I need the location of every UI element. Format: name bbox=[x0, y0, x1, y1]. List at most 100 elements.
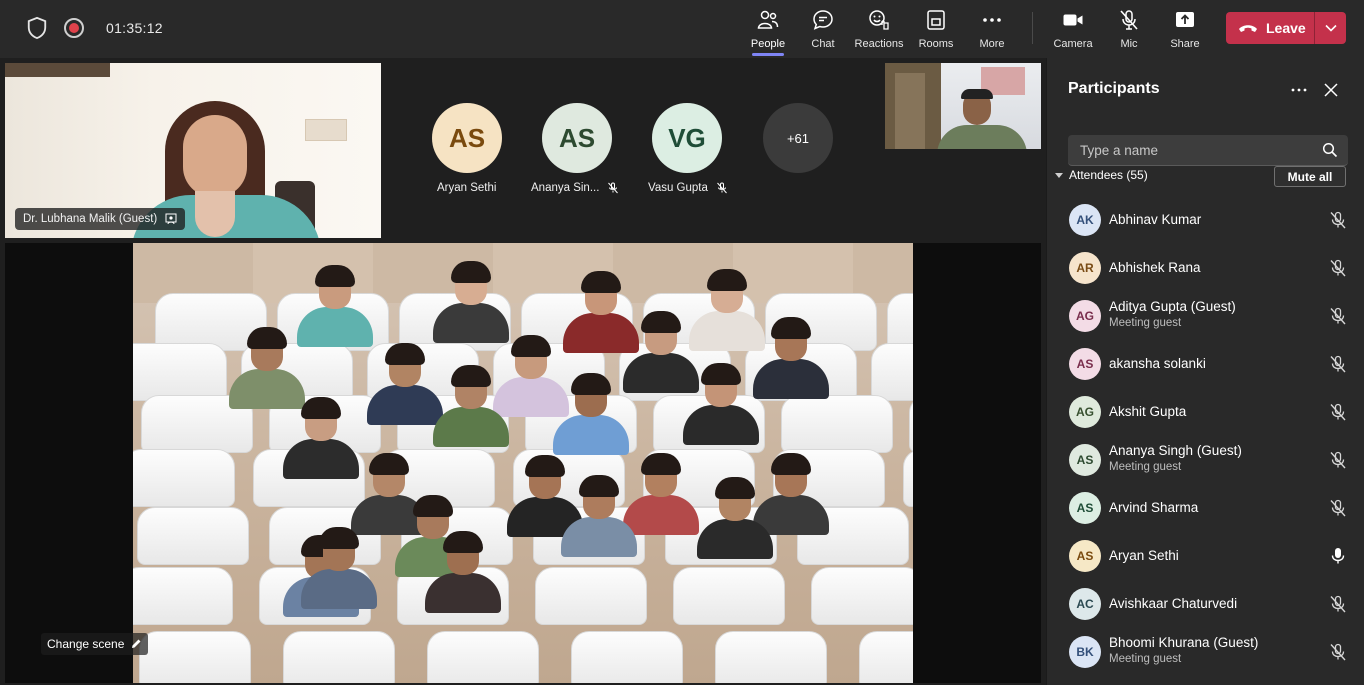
participant-row[interactable]: AC Avishkaar Chaturvedi bbox=[1047, 580, 1364, 628]
avatar-initials: BK bbox=[1076, 645, 1094, 659]
chat-icon bbox=[813, 10, 833, 30]
caret-down-icon bbox=[1055, 172, 1063, 178]
close-icon[interactable] bbox=[1321, 80, 1341, 100]
participant-row[interactable]: AR Abhishek Rana bbox=[1047, 244, 1364, 292]
search-input[interactable] bbox=[1068, 135, 1308, 165]
people-button[interactable]: People bbox=[738, 6, 798, 54]
participant-name: Abhinav Kumar bbox=[1109, 212, 1202, 227]
shield-icon[interactable] bbox=[26, 16, 48, 40]
participant-row[interactable]: AS akansha solanki bbox=[1047, 340, 1364, 388]
auditorium-seat bbox=[903, 449, 913, 507]
attendee-video-cutout bbox=[683, 363, 759, 445]
meeting-timer: 01:35:12 bbox=[106, 20, 163, 36]
mic-off-icon bbox=[1120, 10, 1138, 30]
camera-label: Camera bbox=[1053, 38, 1093, 50]
leave-options-button[interactable] bbox=[1315, 24, 1346, 32]
mic-off-icon bbox=[608, 182, 619, 194]
auditorium-seat bbox=[871, 343, 913, 401]
avatar-initials: AG bbox=[1076, 405, 1094, 419]
attendee-video-cutout bbox=[753, 317, 829, 399]
meeting-status: 01:35:12 bbox=[26, 16, 163, 40]
overflow-participants-button[interactable]: +61 bbox=[763, 103, 833, 173]
participant-role: Meeting guest bbox=[1109, 461, 1182, 473]
mic-off-icon[interactable] bbox=[1329, 451, 1347, 469]
avatar-name-2: Ananya Sin... bbox=[531, 182, 619, 194]
mic-off-icon[interactable] bbox=[1329, 307, 1347, 325]
more-options-icon bbox=[983, 18, 1001, 22]
auditorium-seat bbox=[715, 631, 827, 683]
avatar-initials: AS bbox=[1076, 549, 1094, 563]
participant-name: Arvind Sharma bbox=[1109, 500, 1199, 515]
auditorium-seat bbox=[909, 395, 913, 453]
more-options-icon[interactable] bbox=[1289, 80, 1309, 100]
reactions-button[interactable]: Reactions bbox=[849, 6, 909, 54]
chat-button[interactable]: Chat bbox=[793, 6, 853, 54]
participant-role: Meeting guest bbox=[1109, 317, 1182, 329]
rooms-button[interactable]: Rooms bbox=[906, 6, 966, 54]
avatar: AS bbox=[1069, 492, 1101, 524]
avatar-initials: AS bbox=[1076, 453, 1094, 467]
avatar: AC bbox=[1069, 588, 1101, 620]
mic-on-icon[interactable] bbox=[1329, 547, 1347, 565]
presenter-video-tile[interactable]: Dr. Lubhana Malik (Guest) bbox=[5, 63, 381, 238]
avatar: AS bbox=[1069, 348, 1101, 380]
screen-share-icon bbox=[165, 213, 177, 225]
participant-name: Akshit Gupta bbox=[1109, 404, 1187, 419]
participant-row[interactable]: AK Abhinav Kumar bbox=[1047, 196, 1364, 244]
mic-off-icon[interactable] bbox=[1329, 499, 1347, 517]
more-label: More bbox=[979, 38, 1005, 50]
participant-row[interactable]: AG Akshit Gupta bbox=[1047, 388, 1364, 436]
participant-row[interactable]: BK Bhoomi Khurana (Guest) Meeting guest bbox=[1047, 628, 1364, 676]
participant-name: Aditya Gupta (Guest) bbox=[1109, 299, 1236, 314]
mic-off-icon[interactable] bbox=[1329, 403, 1347, 421]
participant-row[interactable]: AS Ananya Singh (Guest) Meeting guest bbox=[1047, 436, 1364, 484]
breakout-rooms-icon bbox=[927, 10, 945, 30]
attendee-video-cutout bbox=[553, 373, 629, 455]
participant-avatar-3[interactable]: VG bbox=[652, 103, 722, 173]
together-mode-auditorium[interactable] bbox=[133, 243, 913, 683]
participants-panel: Participants Attendees (55) Mute all AKA… bbox=[1046, 58, 1364, 685]
reactions-label: Reactions bbox=[854, 38, 904, 50]
mic-off-icon[interactable] bbox=[1329, 643, 1347, 661]
mic-off-icon[interactable] bbox=[1329, 595, 1347, 613]
attendees-section-toggle[interactable]: Attendees (55) bbox=[1055, 168, 1148, 182]
participant-search bbox=[1068, 135, 1348, 166]
mic-off-icon[interactable] bbox=[1329, 259, 1347, 277]
participant-avatar-1[interactable]: AS bbox=[432, 103, 502, 173]
leave-button[interactable]: Leave bbox=[1226, 12, 1314, 44]
attendee-video-cutout bbox=[301, 527, 377, 609]
self-body bbox=[937, 125, 1027, 149]
attendee-video-cutout bbox=[229, 327, 305, 409]
overflow-count: +61 bbox=[786, 130, 810, 146]
presenter-neck bbox=[195, 191, 235, 237]
wall-shelf bbox=[305, 119, 347, 141]
together-mode-container: Change scene bbox=[5, 243, 1041, 683]
more-button[interactable]: More bbox=[962, 6, 1022, 54]
reactions-icon bbox=[869, 10, 889, 30]
mic-off-icon[interactable] bbox=[1329, 211, 1347, 229]
participant-avatar-2[interactable]: AS bbox=[542, 103, 612, 173]
mic-off-icon[interactable] bbox=[1329, 355, 1347, 373]
participant-row[interactable]: AS Arvind Sharma bbox=[1047, 484, 1364, 532]
share-screen-icon bbox=[1176, 12, 1194, 27]
avatar-initials: AS bbox=[448, 122, 486, 153]
camera-button[interactable]: Camera bbox=[1043, 6, 1103, 54]
leave-button-group: Leave bbox=[1226, 12, 1346, 44]
change-scene-button[interactable]: Change scene bbox=[41, 633, 149, 655]
people-label: People bbox=[750, 38, 786, 50]
participant-row[interactable]: AS Aryan Sethi bbox=[1047, 532, 1364, 580]
share-button[interactable]: Share bbox=[1155, 6, 1215, 54]
mute-all-button[interactable]: Mute all bbox=[1274, 166, 1346, 187]
participant-name: Aryan Sethi bbox=[1109, 548, 1179, 563]
participant-name: Vasu Gupta bbox=[648, 182, 708, 194]
self-cap bbox=[961, 89, 993, 99]
participant-row[interactable]: AG Aditya Gupta (Guest) Meeting guest bbox=[1047, 292, 1364, 340]
change-scene-label: Change scene bbox=[47, 637, 125, 651]
mic-button[interactable]: Mic bbox=[1099, 6, 1159, 54]
avatar-initials: AG bbox=[1076, 309, 1094, 323]
toolbar-divider bbox=[1032, 12, 1033, 44]
leave-label: Leave bbox=[1266, 20, 1306, 36]
self-video-tile[interactable] bbox=[885, 63, 1041, 149]
search-icon[interactable] bbox=[1322, 142, 1338, 158]
attendee-video-cutout bbox=[697, 477, 773, 559]
